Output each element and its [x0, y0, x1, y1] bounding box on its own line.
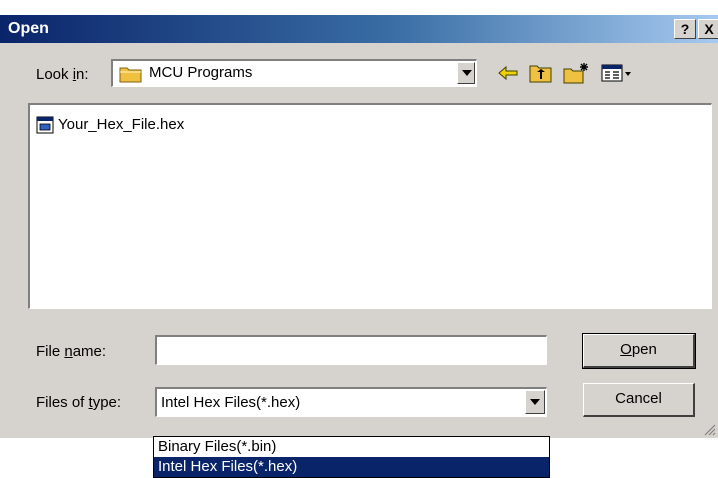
cancel-button[interactable]: Cancel: [583, 383, 695, 417]
file-name-input[interactable]: [155, 335, 547, 365]
files-of-type-label: Files of type:: [36, 394, 122, 411]
help-button[interactable]: ?: [674, 19, 696, 39]
look-in-dropdown-button[interactable]: [457, 62, 475, 84]
up-folder-icon[interactable]: [528, 61, 554, 85]
files-of-type-value: Intel Hex Files(*.hex): [161, 394, 301, 411]
close-button[interactable]: X: [698, 19, 718, 39]
new-folder-icon[interactable]: [562, 61, 592, 85]
folder-icon: [119, 67, 142, 83]
file-type-option-intel-hex[interactable]: Intel Hex Files(*.hex): [154, 457, 549, 477]
look-in-label: Look in:: [36, 66, 89, 83]
files-of-type-dropdown-list[interactable]: Binary Files(*.bin) Intel Hex Files(*.he…: [153, 436, 550, 478]
look-in-value: MCU Programs: [149, 64, 253, 81]
open-dialog: Open ? X Look in: MCU Programs Your_Hex_…: [0, 15, 718, 438]
back-arrow-icon[interactable]: [496, 61, 520, 85]
file-list[interactable]: Your_Hex_File.hex: [28, 103, 712, 309]
file-name-label: Your_Hex_File.hex: [58, 116, 185, 133]
file-type-option-binary[interactable]: Binary Files(*.bin): [154, 437, 549, 457]
title-bar[interactable]: Open ? X: [0, 15, 718, 43]
chevron-down-icon: [462, 70, 472, 76]
file-name-label: File name:: [36, 343, 107, 360]
chevron-down-icon: [530, 399, 540, 405]
view-menu-icon[interactable]: [600, 61, 634, 85]
look-in-combo[interactable]: MCU Programs: [111, 59, 477, 87]
resize-grip-icon[interactable]: [702, 422, 716, 436]
files-of-type-dropdown-button[interactable]: [525, 390, 545, 414]
dialog-title: Open: [8, 20, 49, 37]
open-button[interactable]: Open: [582, 333, 696, 369]
files-of-type-combo[interactable]: Intel Hex Files(*.hex): [155, 387, 547, 417]
hex-file-icon: [36, 116, 54, 134]
